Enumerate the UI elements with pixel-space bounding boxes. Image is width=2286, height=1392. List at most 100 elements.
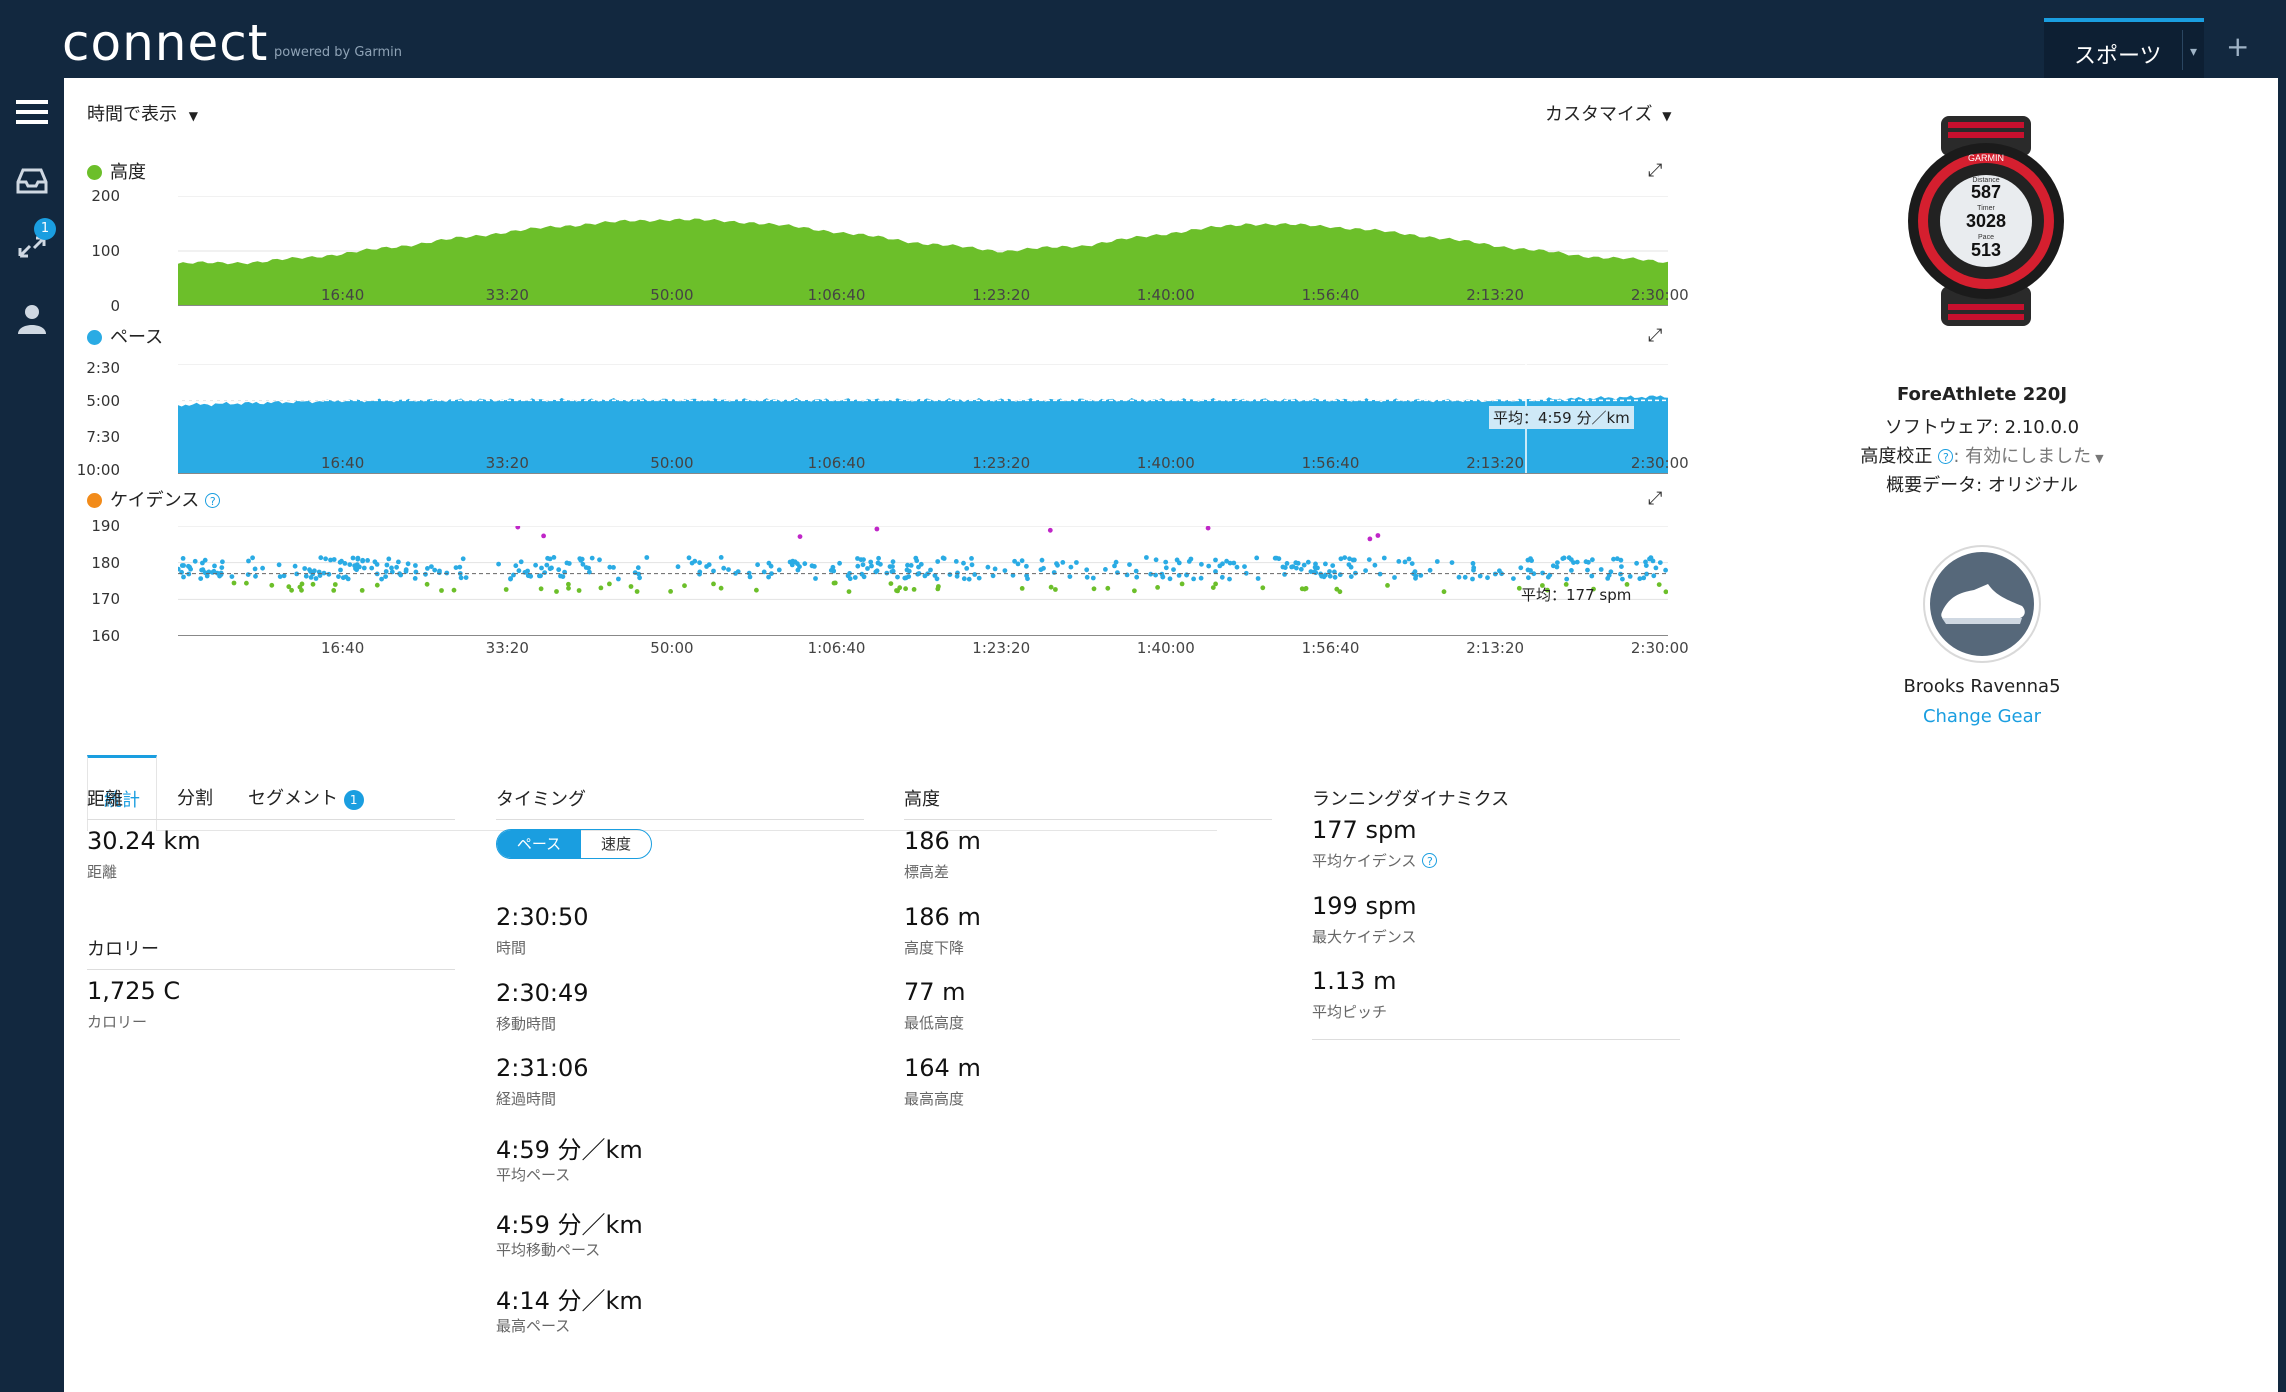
- cadence-chart[interactable]: [178, 526, 1668, 636]
- cadence-point: [389, 565, 394, 571]
- stat-label: 最大ケイデンス: [1312, 926, 1416, 947]
- cadence-point: [1067, 574, 1073, 579]
- timing-heading: タイミング: [496, 789, 586, 810]
- stat-label: 最高高度: [904, 1088, 964, 1109]
- cadence-point: [1153, 557, 1159, 563]
- shoe-icon[interactable]: [1922, 544, 2042, 664]
- cadence-point: [831, 580, 837, 586]
- cadence-point: [1352, 557, 1357, 563]
- stat-label: 最高ペース: [496, 1315, 570, 1336]
- cadence-point: [1068, 564, 1074, 570]
- cadence-point: [941, 556, 947, 561]
- cadence-point: [812, 564, 817, 569]
- stat-value: 199 spm: [1312, 891, 1417, 920]
- inbox-icon[interactable]: [14, 162, 50, 198]
- cadence-point: [551, 555, 557, 560]
- cadence-point: [1574, 559, 1580, 565]
- cadence-point: [895, 574, 900, 580]
- cadence-point: [336, 574, 341, 579]
- change-gear-link[interactable]: Change Gear: [1782, 706, 2182, 727]
- cadence-point: [589, 555, 595, 561]
- cadence-point: [1206, 563, 1212, 569]
- y-tick-label: 200: [91, 187, 120, 205]
- stat-label-text: 平均ペース: [496, 1165, 571, 1184]
- cadence-point: [935, 559, 941, 564]
- cadence-point: [1219, 574, 1225, 580]
- help-icon[interactable]: ?: [1422, 853, 1438, 868]
- cadence-point: [1348, 574, 1354, 579]
- cadence-point: [607, 564, 613, 570]
- cadence-point: [1074, 560, 1079, 565]
- tab-splits[interactable]: 分割: [177, 784, 213, 810]
- expand-icon[interactable]: ⤢: [1648, 488, 1662, 509]
- elevation-title-text: 高度: [110, 162, 146, 183]
- tab-sports-label: スポーツ: [2074, 44, 2162, 69]
- help-icon[interactable]: ?: [1938, 449, 1954, 464]
- elevation-chart[interactable]: [178, 196, 1668, 306]
- device-summary-data: 概要データ: オリジナル: [1886, 475, 2078, 496]
- cadence-point: [292, 563, 298, 569]
- cadence-point: [916, 564, 921, 570]
- cadence-point: [855, 556, 860, 561]
- tab-segments-label: セグメント: [248, 788, 338, 809]
- cadence-point: [326, 571, 332, 577]
- tab-segments[interactable]: セグメント 1: [248, 784, 364, 810]
- cadence-point: [1456, 574, 1462, 580]
- stat-label: 平均移動ペース: [496, 1239, 600, 1260]
- cadence-point: [1330, 563, 1336, 568]
- cadence-point: [1186, 559, 1192, 564]
- x-tick-label: 1:23:20: [972, 454, 1031, 472]
- cadence-point: [359, 588, 365, 593]
- cadence-point: [518, 559, 524, 565]
- pace-chart[interactable]: [178, 364, 1668, 474]
- cadence-point: [425, 566, 430, 571]
- tab-sports[interactable]: スポーツ: [2044, 18, 2204, 78]
- cadence-point: [1647, 556, 1652, 562]
- altitude-calibration-label: 高度校正: [1860, 446, 1933, 467]
- cadence-point: [644, 555, 650, 560]
- menu-icon[interactable]: [14, 94, 50, 130]
- help-icon[interactable]: ?: [205, 493, 221, 508]
- cadence-point: [837, 560, 842, 566]
- cadence-point: [444, 570, 450, 576]
- view-by-dropdown[interactable]: 時間で表示 ▼: [87, 100, 198, 126]
- cadence-point: [1047, 527, 1053, 533]
- chevron-down-icon[interactable]: ▾: [2190, 44, 2197, 60]
- add-tab-button[interactable]: +: [2226, 30, 2249, 63]
- cadence-point: [768, 563, 774, 569]
- cadence-point: [1282, 572, 1287, 577]
- cadence-point: [253, 573, 258, 579]
- toggle-pace[interactable]: ペース: [497, 830, 581, 858]
- elevation-area: [178, 218, 1668, 306]
- cadence-point: [860, 562, 866, 568]
- cadence-point: [747, 574, 753, 580]
- cadence-point: [1392, 575, 1397, 580]
- cadence-point: [576, 588, 582, 593]
- cadence-point: [1470, 576, 1475, 582]
- expand-icon[interactable]: ⤢: [1648, 325, 1662, 346]
- caret-down-icon[interactable]: ▼: [2095, 452, 2103, 465]
- cadence-point: [1227, 576, 1232, 582]
- cadence-point: [874, 526, 880, 532]
- cadence-point: [1634, 560, 1639, 566]
- expand-icon[interactable]: ⤢: [1648, 160, 1662, 181]
- cadence-point: [1041, 565, 1046, 571]
- x-tick-label: 16:40: [321, 286, 365, 304]
- user-icon[interactable]: [14, 300, 50, 336]
- altitude-calibration-value[interactable]: : 有効にしました: [1953, 446, 2091, 467]
- connect-logo[interactable]: connect: [62, 14, 268, 72]
- pace-speed-toggle[interactable]: ペース 速度: [496, 829, 652, 859]
- cadence-point: [1338, 556, 1344, 562]
- cadence-point: [1653, 565, 1659, 571]
- cadence-point: [1133, 568, 1139, 574]
- cadence-point: [1441, 589, 1447, 595]
- cadence-point: [686, 555, 692, 561]
- toggle-speed[interactable]: 速度: [581, 830, 651, 858]
- cadence-point: [776, 567, 782, 573]
- stat-label: 平均ケイデンス?: [1312, 850, 1438, 871]
- cadence-point: [1242, 564, 1247, 569]
- customize-dropdown[interactable]: カスタマイズ ▼: [1545, 100, 1671, 126]
- cadence-point: [365, 558, 370, 563]
- cadence-point: [1171, 567, 1176, 572]
- y-tick-label: 2:30: [86, 359, 120, 377]
